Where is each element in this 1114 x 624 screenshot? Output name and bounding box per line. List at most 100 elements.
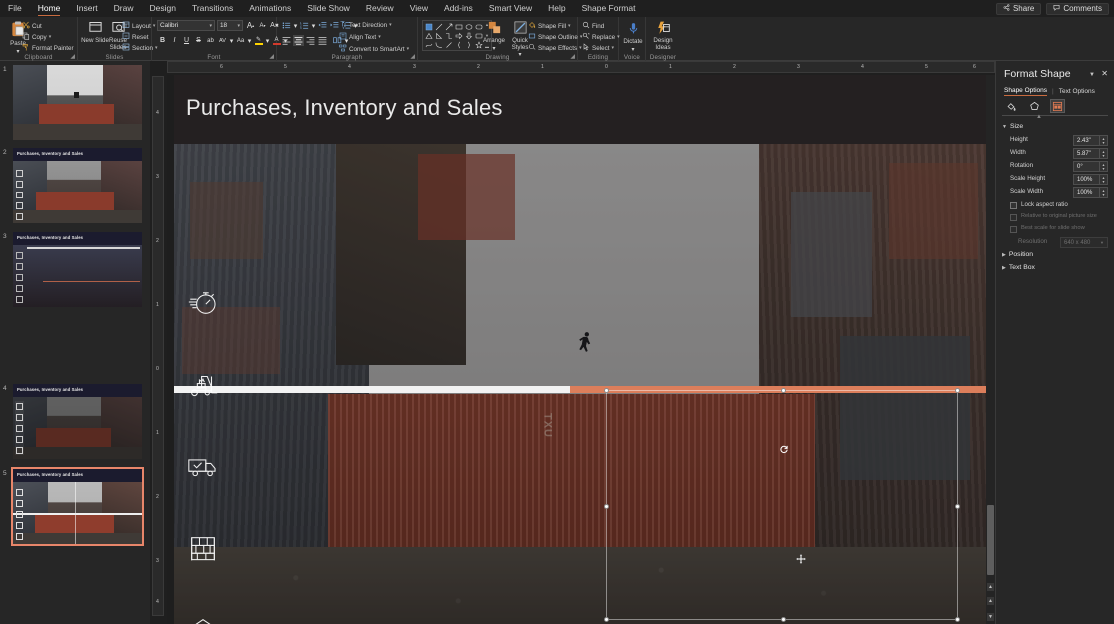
replace-button[interactable]: Replace ▾ [582,32,620,42]
canvas-vertical-scrollbar[interactable]: ▲ ▲ ▼ [986,75,995,624]
slide-thumbnail-panel[interactable]: 1 2 Purchases, Inventory and Sales 3 Pur… [0,61,150,624]
paragraph-dialog-launcher[interactable]: ◢ [410,53,415,60]
shape-recently-used-icon[interactable] [424,22,434,31]
smartart-chevron-down-icon[interactable]: ▾ [407,46,410,52]
resize-handle-top-center[interactable] [781,388,786,393]
align-center-button[interactable] [293,35,304,46]
columns-chevron-down-icon[interactable]: ▾ [344,35,349,46]
section-header-size[interactable]: ▼ Size [1002,123,1023,130]
arrange-button[interactable]: Arrange ▾ [480,20,508,52]
width-field[interactable]: 5.87" ▲ ▼ [1073,148,1108,159]
section-header-text-box[interactable]: ▶ Text Box [1002,264,1035,271]
copy-chevron-down-icon[interactable]: ▾ [49,34,52,40]
select-button[interactable]: Select ▾ [582,43,614,53]
height-field[interactable]: 2.43" ▲ ▼ [1073,135,1108,146]
previous-slide-button[interactable]: ▲ [987,597,994,605]
height-stepper[interactable]: ▲ ▼ [1099,136,1107,145]
font-size-box[interactable]: 18 ▾ [217,20,243,31]
shape-elbow-connector-icon[interactable] [444,31,454,40]
format-shape-pane[interactable]: Format Shape ▼ ✕ Shape Options | Text Op… [995,61,1114,624]
shape-freeform-icon[interactable] [424,40,434,49]
text-direction-button[interactable]: Text Direction ▾ [339,20,392,30]
bold-button[interactable]: B [157,35,168,46]
dictate-button[interactable]: Dictate ▾ [619,21,647,53]
shape-fill-chevron-down-icon[interactable]: ▾ [568,23,571,29]
selected-text-box[interactable] [604,388,960,622]
tab-animations[interactable]: Animations [241,0,299,17]
tab-home[interactable]: Home [30,0,69,17]
resize-handle-middle-right[interactable] [955,504,960,509]
numbering-button[interactable]: 123 [299,20,310,31]
scrollbar-thumb[interactable] [987,505,994,575]
tab-design[interactable]: Design [142,0,184,17]
slide-thumbnail-1[interactable] [13,65,142,140]
tab-view[interactable]: View [402,0,436,17]
resize-handle-bottom-left[interactable] [604,617,609,622]
shape-outline-button[interactable]: Shape Outline ▾ [528,32,582,42]
comments-button[interactable]: Comments [1046,2,1109,15]
shape-effects-button[interactable]: Shape Effects ▾ [528,43,582,53]
font-size-chevron-down-icon[interactable]: ▾ [237,23,240,29]
horizontal-ruler[interactable]: 6 5 4 3 2 1 0 1 2 3 4 5 6 [167,61,995,73]
cut-button[interactable]: Cut [22,21,42,31]
lock-aspect-ratio-label[interactable]: Lock aspect ratio [1021,201,1068,208]
resize-handle-top-left[interactable] [604,388,609,393]
reset-button[interactable]: Reset [122,32,148,42]
design-ideas-button[interactable]: Design Ideas [649,21,677,51]
scale-height-field[interactable]: 100% ▲ ▼ [1073,174,1108,185]
delivery-truck-check-icon[interactable] [186,450,220,484]
align-text-chevron-down-icon[interactable]: ▾ [378,34,381,40]
tab-smart-view[interactable]: Smart View [481,0,540,17]
tab-text-options[interactable]: Text Options [1059,88,1095,95]
slide-thumbnail-row[interactable]: 1 [0,64,150,147]
text-highlight-color-button[interactable]: ✎ [253,35,264,46]
stopwatch-icon[interactable] [186,285,220,319]
select-chevron-down-icon[interactable]: ▾ [612,45,615,51]
resize-handle-bottom-center[interactable] [781,617,786,622]
shape-arrow-icon[interactable] [444,22,454,31]
slide-canvas-area[interactable]: Purchases, Inventory and Sales TXU ▲ ▲ ▼ [167,75,995,624]
tab-shape-options[interactable]: Shape Options [1004,87,1048,96]
shape-brace-left-icon[interactable] [454,40,464,49]
section-header-position[interactable]: ▶ Position [1002,251,1033,258]
tab-transitions[interactable]: Transitions [184,0,241,17]
shape-curve-icon[interactable] [434,40,444,49]
vertical-ruler[interactable]: 4 3 2 1 0 1 2 3 4 [152,76,164,616]
clipboard-dialog-launcher[interactable]: ◢ [70,53,75,60]
slide-thumbnail-3[interactable]: Purchases, Inventory and Sales [13,232,142,307]
pane-options-chevron-down-icon[interactable]: ▼ [1089,72,1095,78]
scale-width-field[interactable]: 100% ▲ ▼ [1073,187,1108,198]
shape-scribble-icon[interactable] [444,40,454,49]
arrange-chevron-down-icon[interactable]: ▾ [480,45,508,53]
text-shadow-button[interactable]: ab [205,35,216,46]
font-name-box[interactable]: Calibri ▾ [157,20,215,31]
drawing-dialog-launcher[interactable]: ◢ [570,53,575,60]
size-and-properties-icon[interactable] [1050,99,1065,113]
shape-brace-right-icon[interactable] [464,40,474,49]
warehouse-rack-icon[interactable] [186,532,220,566]
tab-draw[interactable]: Draw [106,0,142,17]
next-slide-button[interactable]: ▼ [987,613,994,621]
shape-down-arrow-icon[interactable] [464,31,474,40]
dictate-chevron-down-icon[interactable]: ▾ [619,46,647,54]
copy-button[interactable]: Copy ▾ [22,32,51,42]
slide-thumbnail-4[interactable]: Purchases, Inventory and Sales [13,384,142,459]
lock-aspect-ratio-checkbox[interactable] [1010,202,1017,209]
columns-button[interactable] [332,35,343,46]
font-dialog-launcher[interactable]: ◢ [269,53,274,60]
shape-rectangle-icon[interactable] [454,22,464,31]
format-painter-button[interactable]: Format Painter [22,43,74,53]
tab-help[interactable]: Help [540,0,573,17]
character-spacing-chevron-down-icon[interactable]: ▾ [229,35,234,46]
text-direction-chevron-down-icon[interactable]: ▾ [389,22,392,28]
character-spacing-button[interactable]: AV [217,35,228,46]
tab-file[interactable]: File [0,0,30,17]
rotation-stepper[interactable]: ▲ ▼ [1099,162,1107,171]
close-icon[interactable]: ✕ [1101,69,1108,78]
find-button[interactable]: Find [582,21,604,31]
tab-review[interactable]: Review [358,0,402,17]
shape-fill-button[interactable]: Shape Fill ▾ [528,21,571,31]
tab-insert[interactable]: Insert [68,0,105,17]
convert-to-smartart-button[interactable]: Convert to SmartArt ▾ [339,44,409,54]
align-right-button[interactable] [305,35,316,46]
